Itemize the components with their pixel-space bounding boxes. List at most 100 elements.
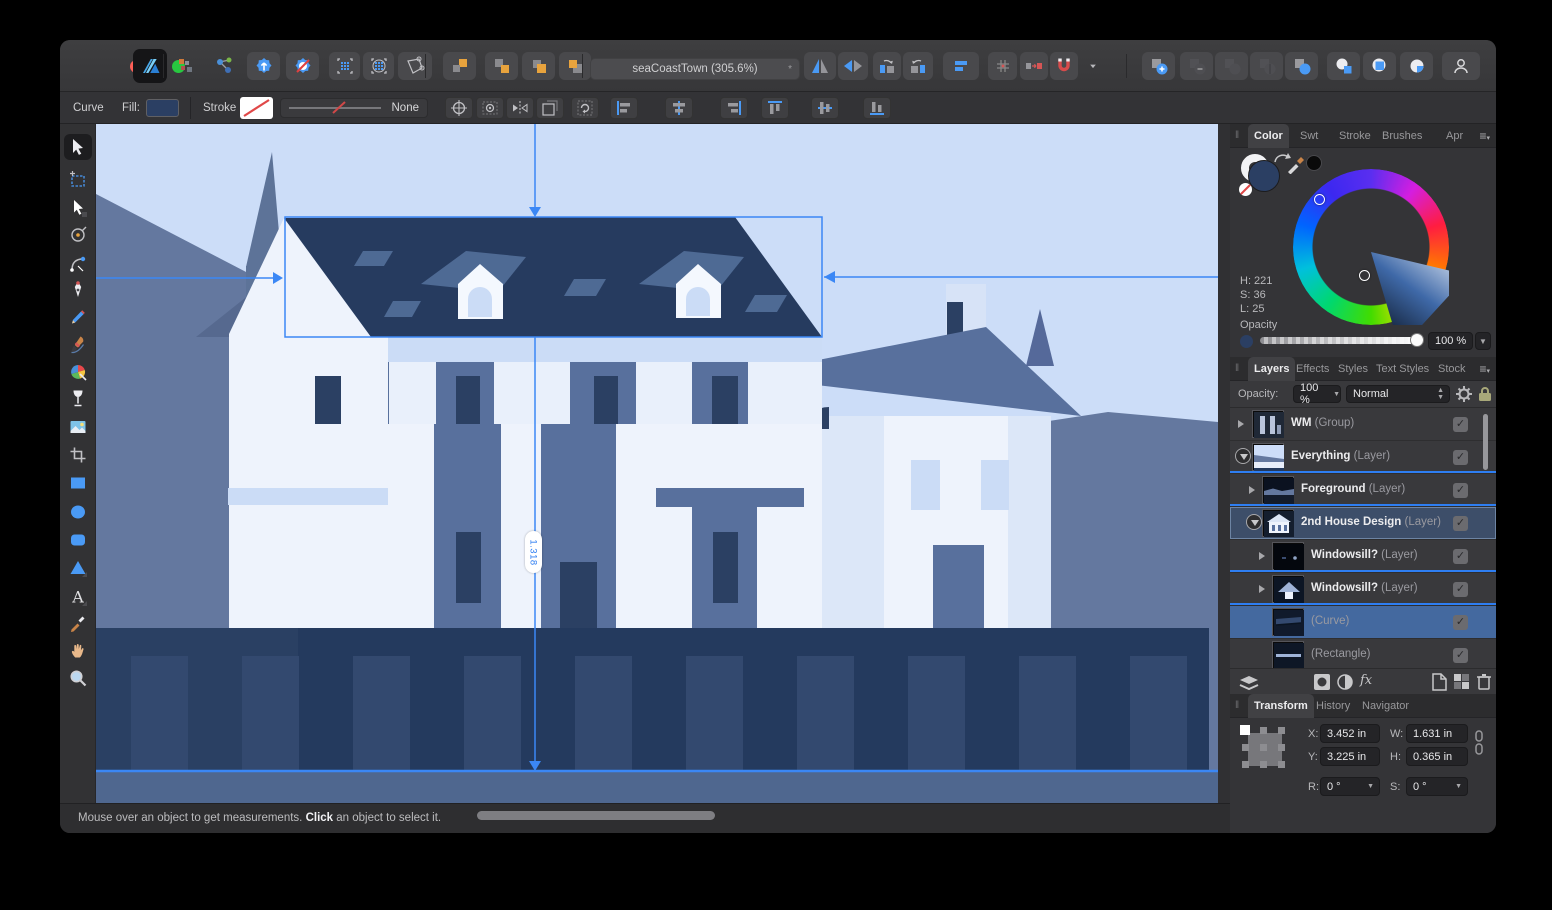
disclosure-expanded-icon[interactable] [1246, 514, 1262, 530]
panel-menu-icon[interactable]: ≡▾ [1479, 362, 1490, 376]
gear-icon[interactable] [1456, 386, 1472, 402]
layer-thumbnail[interactable] [1273, 609, 1303, 635]
mirror-handles-button[interactable] [506, 97, 534, 119]
transform-objects-separately-button[interactable] [536, 97, 564, 119]
layer-row[interactable]: Windowsill? (Layer)✓ [1230, 540, 1496, 573]
rounded-rectangle-tool[interactable] [64, 527, 92, 553]
align-left-button[interactable] [610, 97, 638, 119]
pen-tool[interactable] [64, 277, 92, 303]
order-front-button[interactable] [522, 52, 555, 80]
saturation-triangle[interactable] [1293, 169, 1449, 325]
w-field[interactable]: 1.631 in [1406, 724, 1468, 743]
export-badge-button[interactable] [247, 52, 280, 80]
cycle-selection-box-button[interactable] [571, 97, 599, 119]
layer-row[interactable]: Windowsill? (Layer)✓ [1230, 573, 1496, 606]
tab-transform[interactable]: Transform [1248, 694, 1314, 718]
no-fill-swatch[interactable] [1239, 183, 1252, 196]
visibility-checkbox[interactable]: ✓ [1453, 417, 1468, 432]
opacity-slider[interactable] [1260, 337, 1418, 344]
bool-subtract-button[interactable] [1180, 52, 1213, 80]
layer-thumbnail[interactable] [1253, 444, 1283, 470]
layers-stack-icon[interactable] [1238, 673, 1260, 691]
anchor-dot[interactable] [1242, 761, 1249, 768]
flip-vertical-button[interactable] [838, 52, 868, 80]
transparency-tool[interactable] [64, 385, 92, 411]
insert-inside-button[interactable] [1363, 52, 1396, 80]
tab-layers[interactable]: Layers [1248, 357, 1295, 381]
tab-history[interactable]: History [1310, 694, 1356, 718]
tab-stroke[interactable]: Stroke [1333, 124, 1377, 148]
panel-drag-handle[interactable]: ‖ [1235, 363, 1240, 374]
panel-menu-icon[interactable]: ≡▾ [1479, 129, 1490, 143]
align-right-button[interactable] [720, 97, 748, 119]
opacity-value-field[interactable]: 100 % [1428, 332, 1473, 350]
visibility-checkbox[interactable]: ✓ [1453, 450, 1468, 465]
bool-divide-button[interactable] [1250, 52, 1283, 80]
triangle-tool[interactable] [64, 555, 92, 581]
align-top-button[interactable] [761, 97, 789, 119]
tab-styles[interactable]: Styles [1332, 357, 1374, 381]
disclosure-collapsed-icon[interactable] [1259, 585, 1265, 593]
account-button[interactable] [1442, 52, 1480, 80]
layer-row[interactable]: WM (Group)✓ [1230, 408, 1496, 441]
lock-icon[interactable] [1478, 386, 1492, 402]
order-back-button[interactable] [559, 52, 591, 80]
disclosure-collapsed-icon[interactable] [1259, 552, 1265, 560]
tab-color[interactable]: Color [1248, 124, 1289, 148]
app-logo-icon[interactable] [133, 49, 167, 83]
mask-icon[interactable] [1314, 674, 1330, 690]
alignment-button[interactable] [943, 52, 979, 80]
opacity-dropdown-caret[interactable]: ▼ [1475, 332, 1491, 350]
layer-thumbnail[interactable] [1273, 642, 1303, 668]
bool-intersect-button[interactable] [1215, 52, 1248, 80]
visibility-checkbox[interactable]: ✓ [1453, 549, 1468, 564]
align-center-horizontal-button[interactable] [665, 97, 693, 119]
h-field[interactable]: 0.365 in [1406, 747, 1468, 766]
anchor-dot[interactable] [1278, 744, 1285, 751]
disclosure-collapsed-icon[interactable] [1249, 486, 1255, 494]
stroke-width-slider[interactable]: None [280, 98, 428, 118]
disclosure-expanded-icon[interactable] [1235, 448, 1251, 464]
tab-navigator[interactable]: Navigator [1356, 694, 1415, 718]
node-tool[interactable] [64, 195, 92, 221]
anchor-dot[interactable] [1278, 761, 1285, 768]
layer-thumbnail[interactable] [1263, 477, 1293, 503]
layer-row[interactable]: 2nd House Design (Layer)✓ [1230, 507, 1496, 540]
anchor-dot[interactable] [1260, 727, 1267, 734]
layers-scrollbar[interactable] [1483, 414, 1488, 470]
ellipse-tool[interactable] [64, 499, 92, 525]
saturation-marker[interactable] [1359, 270, 1370, 281]
vector-brush-tool[interactable] [64, 332, 92, 358]
panel-drag-handle[interactable]: ‖ [1235, 130, 1240, 141]
zoom-tool[interactable] [64, 665, 92, 691]
order-backward-button[interactable] [485, 52, 518, 80]
layer-thumbnail[interactable] [1273, 576, 1303, 602]
rectangle-tool[interactable] [64, 470, 92, 496]
order-forward-button[interactable] [443, 52, 476, 80]
move-whole-pixels-button[interactable] [1020, 52, 1048, 80]
rotate-ccw-button[interactable] [873, 52, 901, 80]
align-bottom-button[interactable] [863, 97, 891, 119]
fx-icon[interactable]: fx [1360, 673, 1372, 688]
shear-field[interactable]: 0 °▼ [1406, 777, 1468, 796]
insert-behind-button[interactable] [1327, 52, 1360, 80]
adjustment-icon[interactable] [1337, 674, 1353, 690]
layer-thumbnail[interactable] [1263, 510, 1293, 536]
grid-dots-snap-button[interactable] [363, 52, 394, 80]
canvas-viewport[interactable]: 1.318 [96, 124, 1218, 803]
slice-badge-button[interactable] [286, 52, 319, 80]
layer-row[interactable]: (Curve)✓ [1230, 606, 1496, 639]
rotation-field[interactable]: 0 °▼ [1320, 777, 1380, 796]
snapping-options-caret-button[interactable] [1086, 52, 1100, 80]
hue-marker[interactable] [1314, 194, 1325, 205]
show-handles-button[interactable] [476, 97, 504, 119]
document-title-field[interactable]: seaCoastTown (305.6%) * [590, 58, 800, 80]
x-field[interactable]: 3.452 in [1320, 724, 1380, 743]
color-picker-tool[interactable] [64, 610, 92, 636]
transform-origin-button[interactable] [445, 97, 473, 119]
anchor-dot[interactable] [1278, 727, 1285, 734]
layer-row[interactable]: Everything (Layer)✓ [1230, 441, 1496, 474]
visibility-checkbox[interactable]: ✓ [1453, 615, 1468, 630]
fill-swatch[interactable] [146, 99, 179, 117]
align-middle-vertical-button[interactable] [811, 97, 839, 119]
